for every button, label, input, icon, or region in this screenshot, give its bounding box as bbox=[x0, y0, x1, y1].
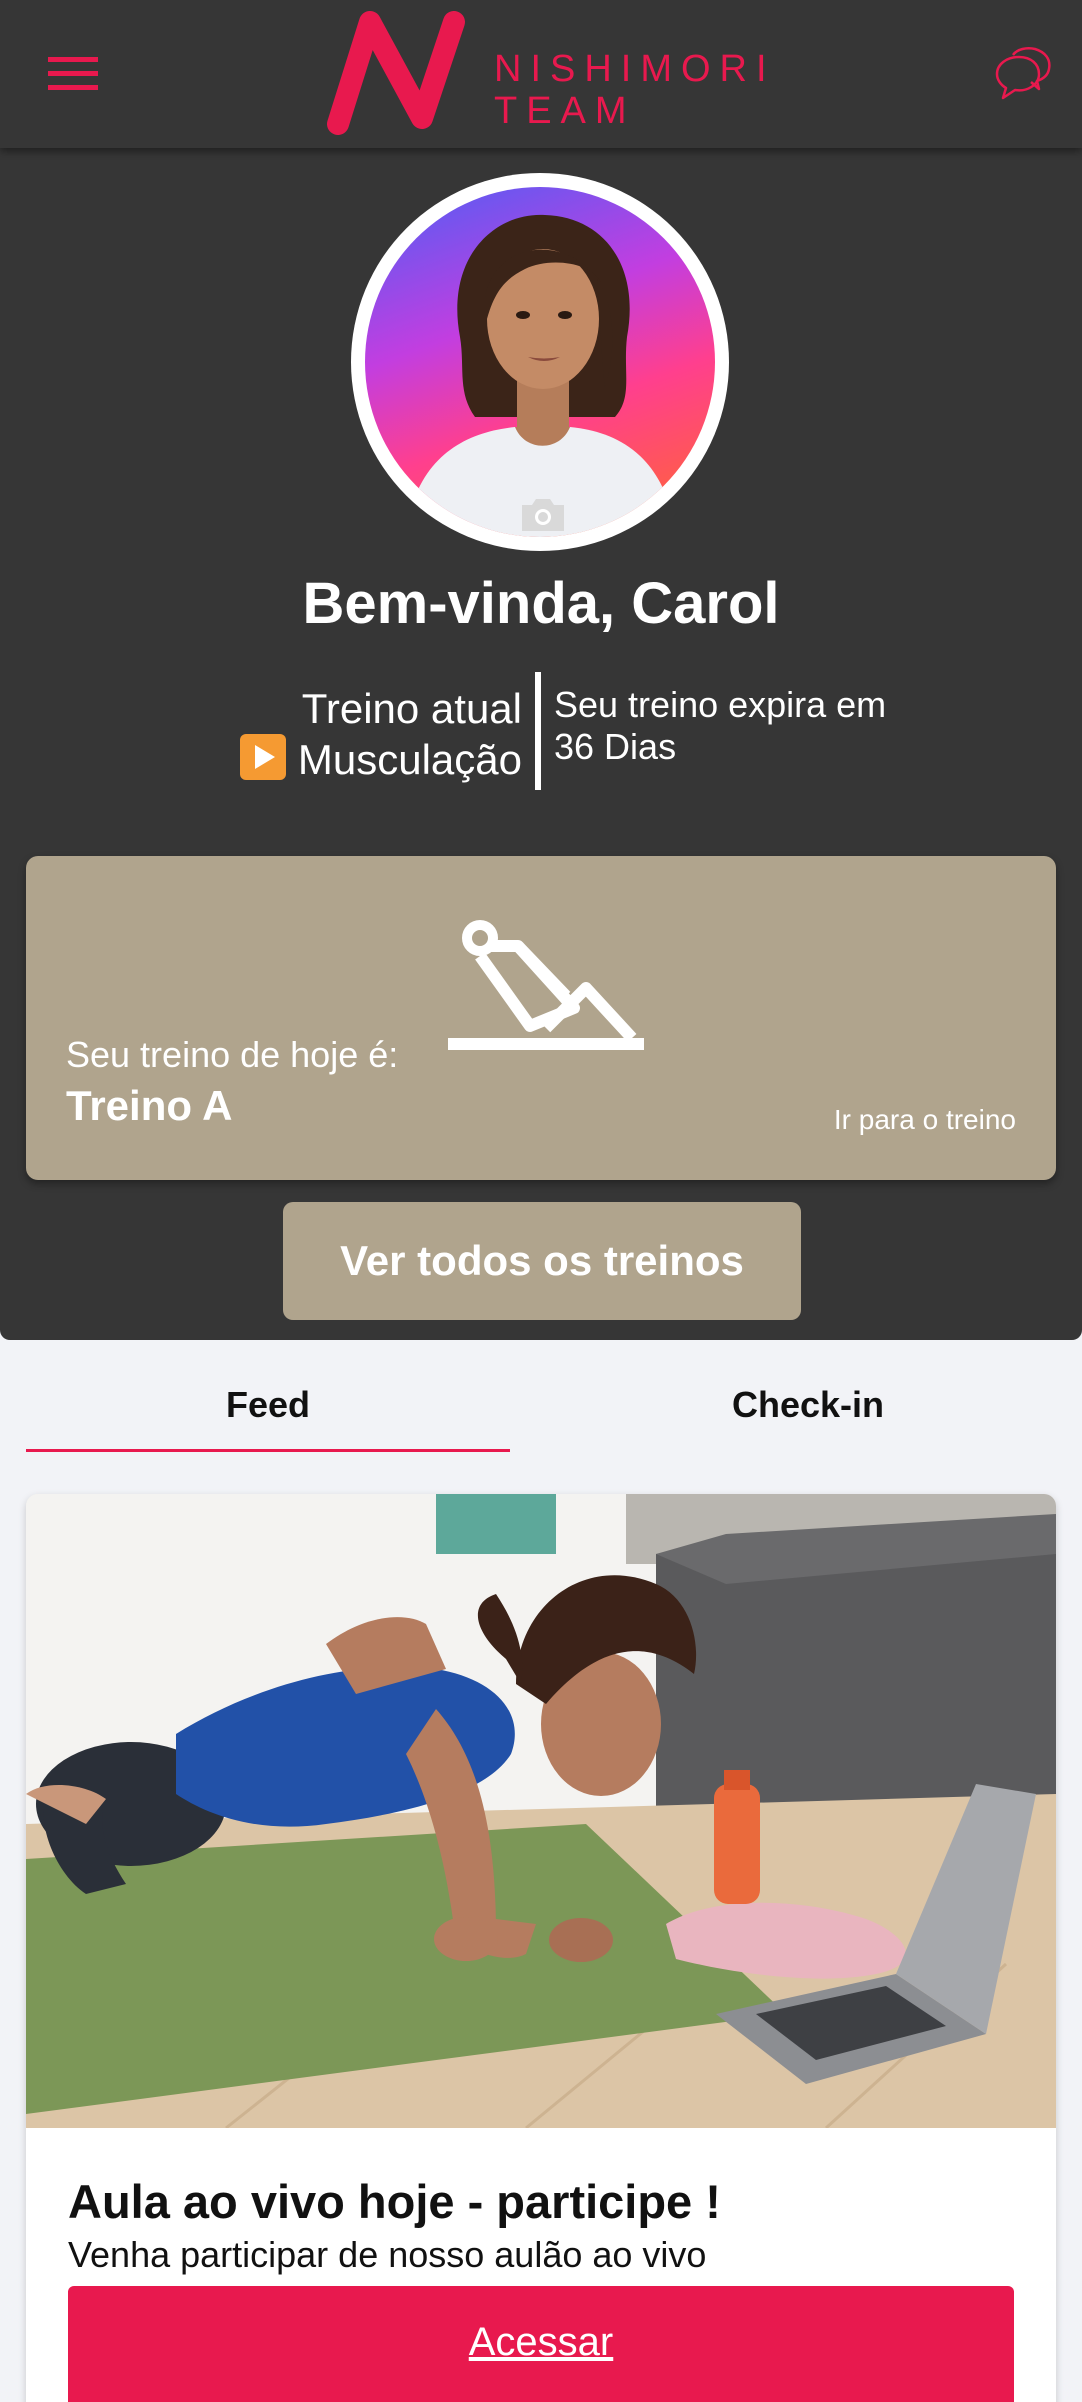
tab-feed[interactable]: Feed bbox=[26, 1360, 510, 1450]
feed-image bbox=[26, 1494, 1056, 2128]
feed-description: Venha participar de nosso aulão ao vivo bbox=[68, 2234, 707, 2275]
exercise-machine-icon bbox=[448, 920, 644, 1050]
current-plan-label: Treino atual bbox=[301, 685, 522, 732]
tab-checkin[interactable]: Check-in bbox=[566, 1360, 1050, 1450]
play-icon bbox=[239, 734, 286, 780]
feed-title: Aula ao vivo hoje - participe ! bbox=[68, 2175, 721, 2228]
today-workout-name: Treino A bbox=[66, 1082, 233, 1129]
expiry-label: Seu treino expira em bbox=[554, 684, 887, 725]
brand-name: NISHIMORI TEAM bbox=[494, 48, 776, 132]
logo-mark-icon bbox=[327, 11, 465, 135]
app-header: NISHIMORI TEAM bbox=[0, 0, 1082, 148]
expiry-value: 36 Dias bbox=[554, 726, 677, 767]
current-plan-value: Musculação bbox=[160, 734, 522, 785]
current-plan: Treino atual Musculação bbox=[160, 684, 522, 785]
welcome-title: Bem-vinda, Carol bbox=[302, 571, 780, 636]
avatar[interactable] bbox=[365, 187, 715, 537]
chat-bubbles-icon bbox=[995, 47, 1051, 100]
hamburger-menu-icon bbox=[48, 57, 98, 90]
view-all-workouts-button[interactable]: Ver todos os treinos bbox=[283, 1202, 801, 1320]
brand-name-line1: NISHIMORI bbox=[494, 48, 776, 90]
active-tab-indicator bbox=[26, 1449, 510, 1452]
camera-icon[interactable] bbox=[518, 495, 568, 533]
menu-button[interactable] bbox=[40, 44, 106, 104]
go-to-workout-link[interactable]: Ir para o treino bbox=[834, 1104, 1016, 1136]
profile-section: Bem-vinda, Carol Treino atual Musculação… bbox=[0, 0, 1082, 1340]
access-button[interactable]: Acessar bbox=[68, 2286, 1014, 2402]
current-plan-name: Musculação bbox=[297, 736, 522, 783]
chat-button[interactable] bbox=[988, 38, 1058, 108]
brand-logo: NISHIMORI TEAM bbox=[326, 8, 767, 138]
plan-divider bbox=[535, 672, 541, 790]
avatar-ring bbox=[351, 173, 729, 551]
today-workout-card[interactable]: Seu treino de hoje é: Treino A Ir para o… bbox=[26, 856, 1056, 1180]
avatar-photo bbox=[405, 214, 677, 537]
brand-name-line2: TEAM bbox=[494, 90, 636, 132]
today-label: Seu treino de hoje é: bbox=[66, 1034, 399, 1075]
plan-expiry: Seu treino expira em 36 Dias bbox=[554, 684, 954, 768]
feed-card[interactable]: Aula ao vivo hoje - participe ! Venha pa… bbox=[26, 1494, 1056, 2402]
